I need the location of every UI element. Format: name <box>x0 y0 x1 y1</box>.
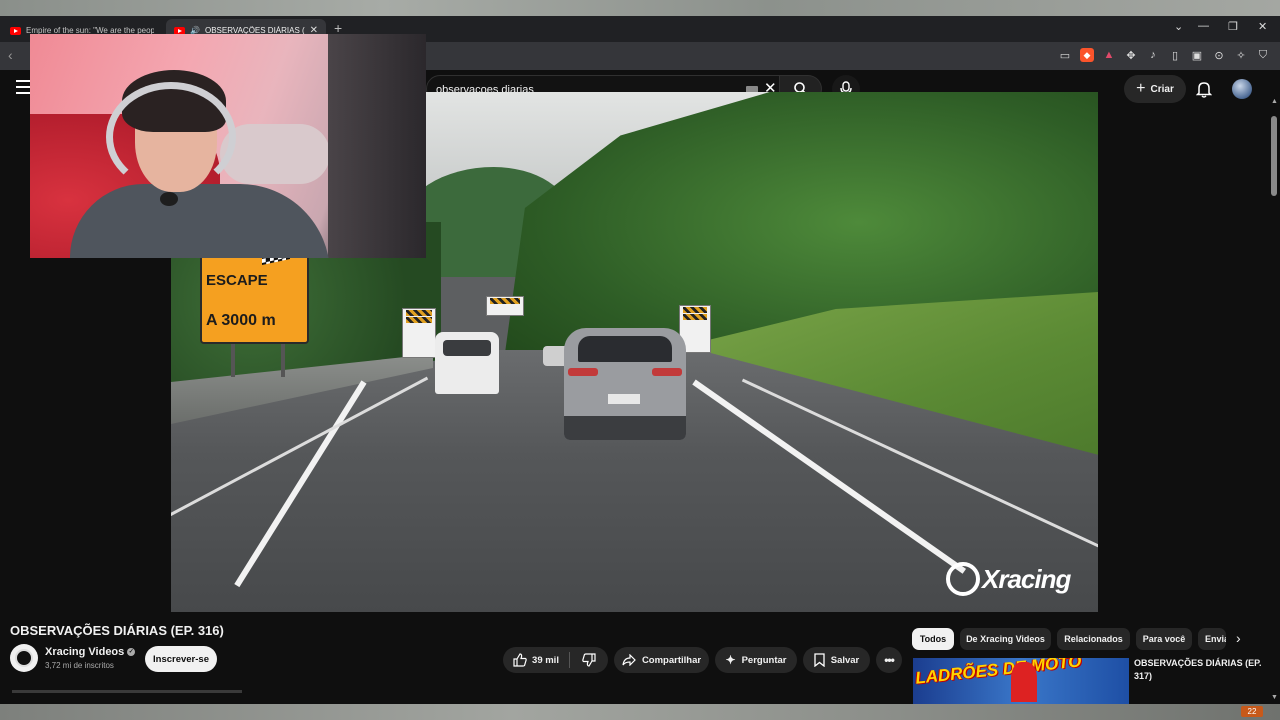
system-notification-badge[interactable]: 22 <box>1241 706 1263 717</box>
chip-de-xracing-videos[interactable]: De Xracing Videos <box>960 628 1051 650</box>
youtube-favicon-icon <box>10 26 21 35</box>
thumbnail-text: LADRÕES DE MOTO <box>914 658 1083 688</box>
wallet-icon[interactable]: ▣ <box>1190 48 1204 62</box>
minimize-button[interactable]: — <box>1198 20 1209 32</box>
headset-mic <box>160 192 178 206</box>
sign-text-escape: ESCAPE <box>206 272 268 289</box>
progress-strip <box>12 690 242 693</box>
thumbnail-figure <box>1011 662 1037 702</box>
white-van <box>435 332 499 394</box>
ask-label: Perguntar <box>741 654 787 666</box>
shield-icon[interactable]: ⛉ <box>1256 48 1270 62</box>
create-label: Criar <box>1150 83 1174 95</box>
xracing-watermark: Xracing <box>946 562 1071 596</box>
create-button[interactable]: + Criar <box>1124 75 1186 103</box>
dislike-button[interactable] <box>570 647 608 673</box>
channel-name-row[interactable]: Xracing Videos ✓ <box>45 646 136 658</box>
webcam-door <box>328 34 426 258</box>
save-label: Salvar <box>830 654 860 666</box>
brave-shield-icon[interactable]: ◆ <box>1080 48 1094 62</box>
desktop-background-top <box>0 0 1280 16</box>
maximize-button[interactable]: ❐ <box>1228 20 1238 33</box>
save-button[interactable]: Salvar <box>803 647 870 673</box>
related-video-thumbnail[interactable]: LADRÕES DE MOTO <box>913 658 1129 704</box>
page-scrollbar[interactable] <box>1271 108 1277 698</box>
highway-sign <box>486 296 524 316</box>
chip-para-voce[interactable]: Para você <box>1136 628 1192 650</box>
thumbs-down-icon <box>582 653 596 667</box>
video-title: OBSERVAÇÕES DIÁRIAS (EP. 316) <box>10 623 224 638</box>
helmet-logo-icon <box>946 562 980 596</box>
more-actions-button[interactable]: ••• <box>876 647 902 673</box>
leo-ai-icon[interactable]: ✧ <box>1234 48 1248 62</box>
subscribe-button[interactable]: Inscrever-se <box>145 646 217 672</box>
webcam-pillow <box>220 124 330 184</box>
scrollbar-thumb[interactable] <box>1271 116 1277 196</box>
chip-enviados[interactable]: Enviados <box>1198 628 1226 650</box>
sign-text-distance: A 3000 m <box>206 312 276 329</box>
headset-icon <box>106 82 236 192</box>
channel-avatar[interactable] <box>10 644 38 672</box>
close-window-button[interactable]: ✕ <box>1258 20 1267 33</box>
channel-name[interactable]: Xracing Videos <box>45 646 124 658</box>
rewards-triangle-icon[interactable]: ▲ <box>1102 48 1116 62</box>
highway-sign <box>402 308 436 358</box>
sidebar-icon[interactable]: ▯ <box>1168 48 1182 62</box>
webcam-person-shirt <box>70 184 330 258</box>
license-plate <box>608 394 640 404</box>
share-label: Compartilhar <box>641 654 702 666</box>
extension-icons: ▭ ◆ ▲ ✥ ♪ ▯ ▣ ⊙ ✧ ⛉ ≡ <box>1058 48 1280 62</box>
subscriber-count: 3,72 mi de inscritos <box>45 661 114 670</box>
music-note-icon[interactable]: ♪ <box>1146 48 1160 62</box>
share-arrow-icon <box>622 654 636 666</box>
thumbs-up-icon <box>513 653 527 667</box>
scroll-up-icon[interactable]: ▲ <box>1271 98 1278 105</box>
back-arrow-icon[interactable]: ‹ <box>8 47 13 63</box>
watermark-text: Xracing <box>982 563 1071 594</box>
webcam-overlay <box>30 34 426 258</box>
extensions-puzzle-icon[interactable]: ✥ <box>1124 48 1138 62</box>
grey-suv <box>564 328 686 440</box>
chip-relacionados[interactable]: Relacionados <box>1057 628 1130 650</box>
more-dots-icon: ••• <box>884 653 895 667</box>
plus-icon: + <box>1136 80 1146 97</box>
chip-todos[interactable]: Todos <box>912 628 954 650</box>
like-dislike-group: 39 mil <box>503 647 608 673</box>
vpn-icon[interactable]: ⊙ <box>1212 48 1226 62</box>
sparkle-icon: ✦ <box>725 653 736 667</box>
scroll-down-icon[interactable]: ▼ <box>1271 694 1278 701</box>
like-count: 39 mil <box>532 654 559 666</box>
like-button[interactable]: 39 mil <box>503 647 569 673</box>
cast-icon[interactable]: ▭ <box>1058 48 1072 62</box>
ask-button[interactable]: ✦ Perguntar <box>715 647 797 673</box>
verified-check-icon: ✓ <box>127 648 136 657</box>
account-avatar[interactable] <box>1232 79 1252 99</box>
tab-search-button[interactable]: ⌄ <box>1174 20 1183 33</box>
chevron-right-icon[interactable]: › <box>1236 630 1241 646</box>
related-video-title[interactable]: OBSERVAÇÕES DIÁRIAS (EP. 317) <box>1134 657 1264 683</box>
bookmark-icon <box>814 653 825 667</box>
notifications-bell-icon[interactable] <box>1196 80 1212 98</box>
desktop-background-bottom <box>0 704 1280 720</box>
share-button[interactable]: Compartilhar <box>614 647 709 673</box>
